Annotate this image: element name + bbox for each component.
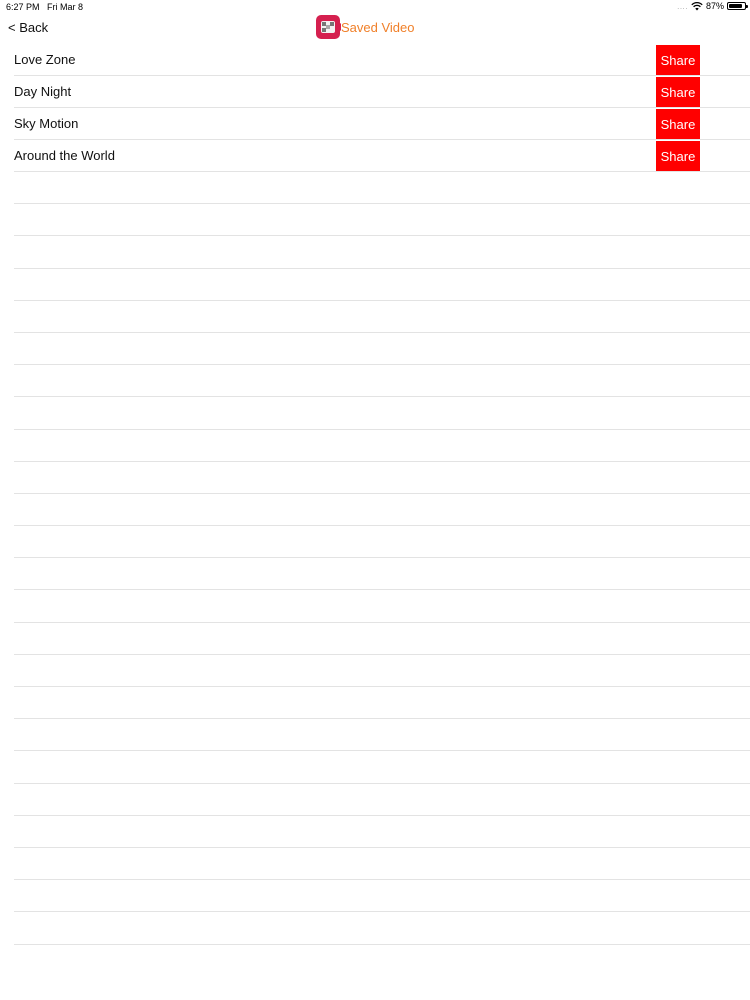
battery-icon [727, 2, 748, 10]
empty-table-row [14, 880, 750, 913]
status-indicators: .... 87% [677, 1, 748, 11]
empty-table-row [14, 655, 750, 687]
empty-table-row [14, 590, 750, 623]
video-title: Sky Motion [14, 116, 79, 131]
empty-table-row [14, 397, 750, 430]
empty-table-row [14, 912, 750, 945]
empty-rows [14, 172, 750, 945]
list-item: Around the World Share [14, 140, 750, 172]
empty-table-row [14, 172, 750, 205]
video-title: Around the World [14, 148, 115, 163]
status-bar: 6:27 PM Fri Mar 8 .... 87% [0, 0, 750, 14]
list-item: Day Night Share [14, 76, 750, 108]
back-button[interactable]: < Back [8, 20, 48, 35]
empty-table-row [14, 204, 750, 237]
empty-table-row [14, 301, 750, 333]
video-title: Day Night [14, 84, 72, 99]
list-item: Sky Motion Share [14, 108, 750, 140]
empty-table-row [14, 784, 750, 816]
share-button[interactable]: Share [656, 141, 700, 171]
empty-table-row [14, 751, 750, 784]
empty-table-row [14, 719, 750, 752]
cellular-signal-icon: .... [677, 1, 688, 11]
share-button[interactable]: Share [656, 109, 700, 139]
nav-title-group: Saved Video [316, 15, 415, 39]
status-time: 6:27 PM [6, 2, 40, 12]
empty-table-row [14, 848, 750, 881]
empty-table-row [14, 687, 750, 720]
empty-table-row [14, 236, 750, 269]
empty-table-row [14, 816, 750, 848]
empty-table-row [14, 430, 750, 462]
wifi-icon [691, 1, 703, 11]
battery-fill [729, 4, 743, 8]
empty-table-row [14, 269, 750, 301]
empty-table-row [14, 623, 750, 655]
video-title: Love Zone [14, 52, 76, 67]
empty-table-row [14, 365, 750, 398]
battery-percent: 87% [705, 1, 724, 11]
page-title: Saved Video [341, 19, 415, 35]
list-item: Love Zone Share [14, 44, 750, 76]
share-button[interactable]: Share [656, 45, 700, 75]
empty-table-row [14, 558, 750, 591]
empty-table-row [14, 494, 750, 527]
status-date: Fri Mar 8 [47, 2, 83, 12]
empty-table-row [14, 333, 750, 366]
empty-table-row [14, 462, 750, 494]
share-button[interactable]: Share [656, 77, 700, 107]
video-camera-icon [316, 15, 341, 39]
saved-video-list: Love Zone Share Day Night Share Sky Moti… [14, 44, 750, 945]
empty-table-row [14, 526, 750, 559]
navigation-bar: < Back Saved Video [0, 14, 750, 42]
